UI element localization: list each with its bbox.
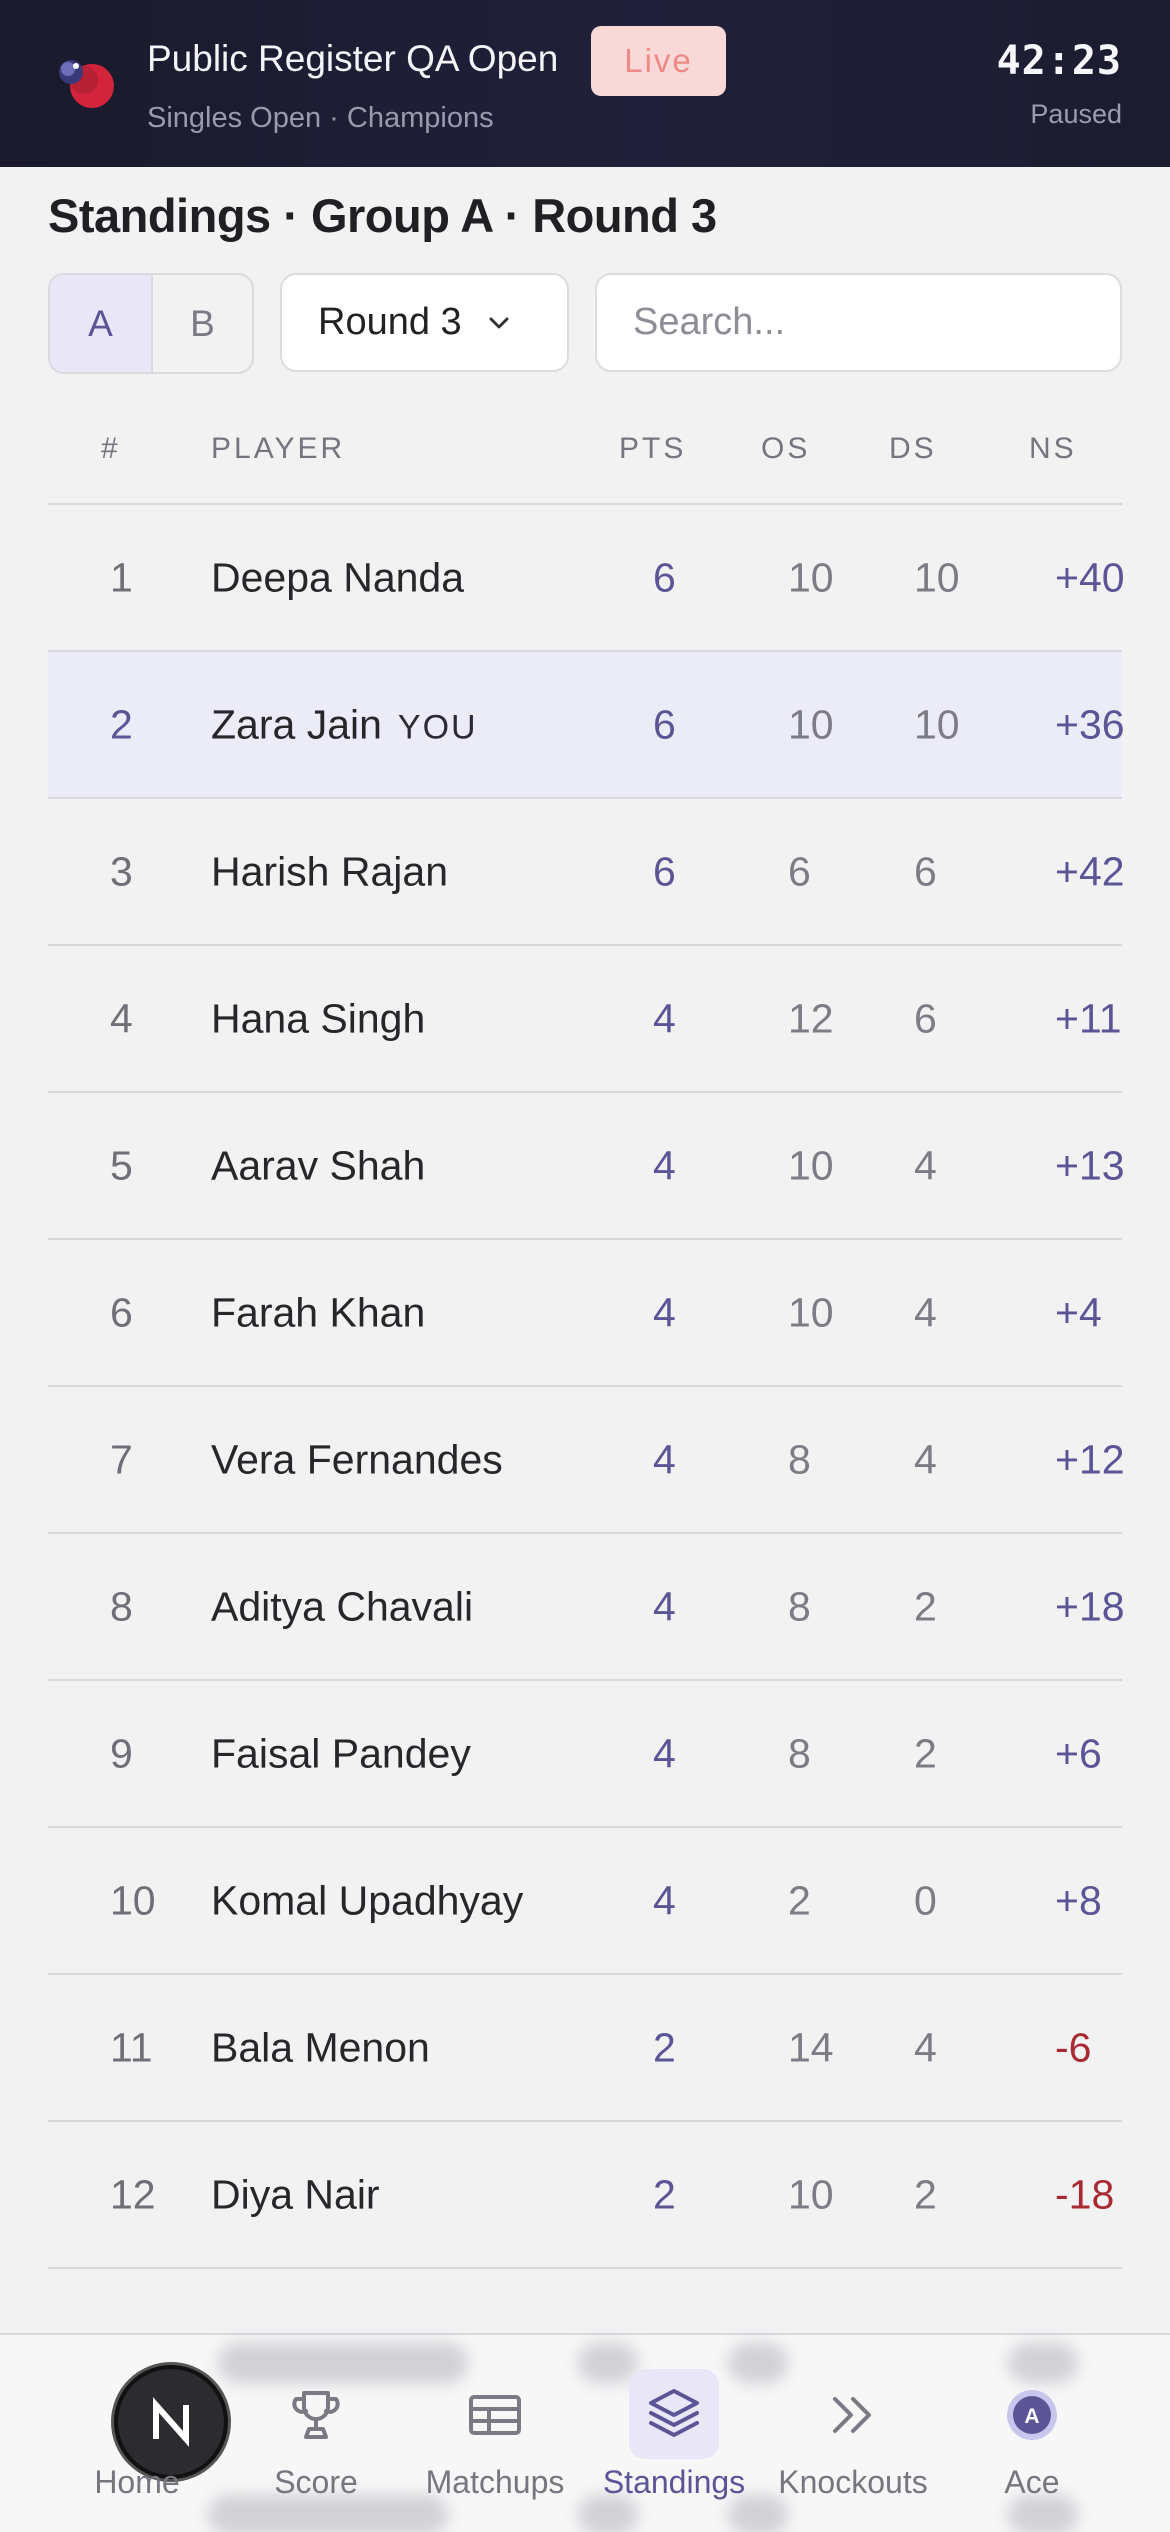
event-title: Public Register QA Open — [147, 38, 559, 79]
nav-label-knockouts: Knockouts — [778, 2464, 928, 2500]
table-icon — [460, 2380, 530, 2450]
column-header-ds: DS — [889, 432, 937, 465]
live-status-badge: Live — [591, 26, 726, 96]
player-name: Zara Jain — [211, 701, 382, 747]
nav-label-standings: Standings — [602, 2464, 746, 2500]
table-row[interactable]: 10 Komal Upadhyay 4 2 0 +8 — [48, 1828, 1122, 1975]
you-badge: YOU — [397, 708, 478, 746]
player-name-cell: Aarav Shah — [211, 1142, 425, 1189]
table-header: # PLAYER PTS OS DS NS — [48, 403, 1122, 505]
avatar-a-icon: A — [997, 2380, 1067, 2450]
table-row[interactable]: 8 Aditya Chavali 4 8 2 +18 — [48, 1534, 1125, 1681]
group-option-b[interactable]: B — [151, 275, 252, 372]
double-chevron-icon — [818, 2380, 888, 2450]
layers-icon — [629, 2369, 719, 2459]
table-row[interactable]: 4 Hana Singh 4 12 6 +11 — [48, 946, 1122, 1093]
chevron-down-icon — [489, 317, 509, 328]
group-option-a[interactable]: A — [50, 275, 151, 372]
table-row-current-user[interactable]: 2 Zara Jain YOU 6 10 10 +36 — [48, 652, 1125, 799]
player-name: Faisal Pandey — [211, 1730, 471, 1776]
nav-item-score[interactable]: Score — [236, 2335, 396, 2532]
player-name: Hana Singh — [211, 995, 426, 1041]
player-name: Diya Nair — [211, 2171, 380, 2217]
nav-item-matchups[interactable]: Matchups — [415, 2335, 575, 2532]
column-header-ns: NS — [1029, 432, 1077, 465]
group-toggle: A B — [48, 273, 254, 374]
nav-item-knockouts[interactable]: Knockouts — [773, 2335, 933, 2532]
player-name: Aarav Shah — [211, 1142, 426, 1188]
home-n-icon — [114, 2365, 228, 2479]
trophy-icon — [281, 2380, 351, 2450]
bottom-navigation: Home Score Matchups Standings Knockouts … — [0, 2333, 1170, 2532]
nav-item-ace[interactable]: A Ace — [952, 2335, 1112, 2532]
table-row[interactable]: 12 Diya Nair 2 10 2 -18 — [48, 2122, 1122, 2269]
player-name: Harish Rajan — [211, 848, 448, 894]
player-name: Aditya Chavali — [211, 1583, 474, 1629]
nav-label-ace: Ace — [1004, 2464, 1060, 2500]
round-select[interactable]: Round 3 — [280, 273, 569, 372]
event-logo-icon — [59, 60, 114, 108]
nav-label-score: Score — [274, 2464, 358, 2500]
player-name: Bala Menon — [211, 2024, 430, 2070]
nav-label-matchups: Matchups — [425, 2464, 565, 2500]
nav-label-home: Home — [94, 2464, 180, 2500]
table-row[interactable]: 3 Harish Rajan 6 6 6 +42 — [48, 799, 1125, 946]
player-name-cell: Hana Singh — [211, 995, 425, 1042]
page-title: Standings · Group A · Round 3 — [48, 189, 717, 242]
table-row[interactable]: 5 Aarav Shah 4 10 4 +13 — [48, 1093, 1125, 1240]
player-name: Farah Khan — [211, 1289, 426, 1335]
timer-status: Paused — [1030, 99, 1122, 129]
event-header: Public Register QA Open Live Singles Ope… — [0, 0, 1170, 167]
player-name-cell: Farah Khan — [211, 1289, 425, 1336]
column-header-rank: # — [101, 432, 121, 465]
table-row[interactable]: 9 Faisal Pandey 4 8 2 +6 — [48, 1681, 1122, 1828]
column-header-pts: PTS — [619, 432, 687, 465]
player-name-cell: Harish Rajan — [211, 848, 448, 895]
player-name-cell: Faisal Pandey — [211, 1730, 471, 1777]
player-name-cell: Zara Jain YOU — [211, 701, 478, 748]
player-name: Deepa Nanda — [211, 554, 465, 600]
table-row[interactable]: 1 Deepa Nanda 6 10 10 +40 — [48, 505, 1125, 652]
column-header-player: PLAYER — [211, 432, 346, 465]
player-name-cell: Komal Upadhyay — [211, 1877, 523, 1924]
player-name: Komal Upadhyay — [211, 1877, 524, 1923]
avatar-letter: A — [1024, 2405, 1039, 2428]
match-timer[interactable]: 42:23 — [997, 38, 1122, 84]
nav-item-standings[interactable]: Standings — [594, 2335, 754, 2532]
table-row[interactable]: 11 Bala Menon 2 14 4 -6 — [48, 1975, 1122, 2122]
player-name-cell: Aditya Chavali — [211, 1583, 473, 1630]
player-name-cell: Diya Nair — [211, 2171, 380, 2218]
event-subtitle: Singles Open · Champions — [147, 102, 494, 134]
nav-item-home[interactable]: Home — [57, 2335, 228, 2532]
round-select-label: Round 3 — [318, 301, 462, 343]
search-input[interactable] — [595, 273, 1122, 372]
table-row[interactable]: 6 Farah Khan 4 10 4 +4 — [48, 1240, 1122, 1387]
player-name-cell: Deepa Nanda — [211, 554, 464, 601]
column-header-os: OS — [761, 432, 811, 465]
player-name-cell: Bala Menon — [211, 2024, 430, 2071]
player-name: Vera Fernandes — [211, 1436, 503, 1482]
table-row[interactable]: 7 Vera Fernandes 4 8 4 +12 — [48, 1387, 1125, 1534]
standings-table: # PLAYER PTS OS DS NS 1 Deepa Nanda 6 10 10 +… — [48, 403, 1125, 2269]
player-name-cell: Vera Fernandes — [211, 1436, 503, 1483]
